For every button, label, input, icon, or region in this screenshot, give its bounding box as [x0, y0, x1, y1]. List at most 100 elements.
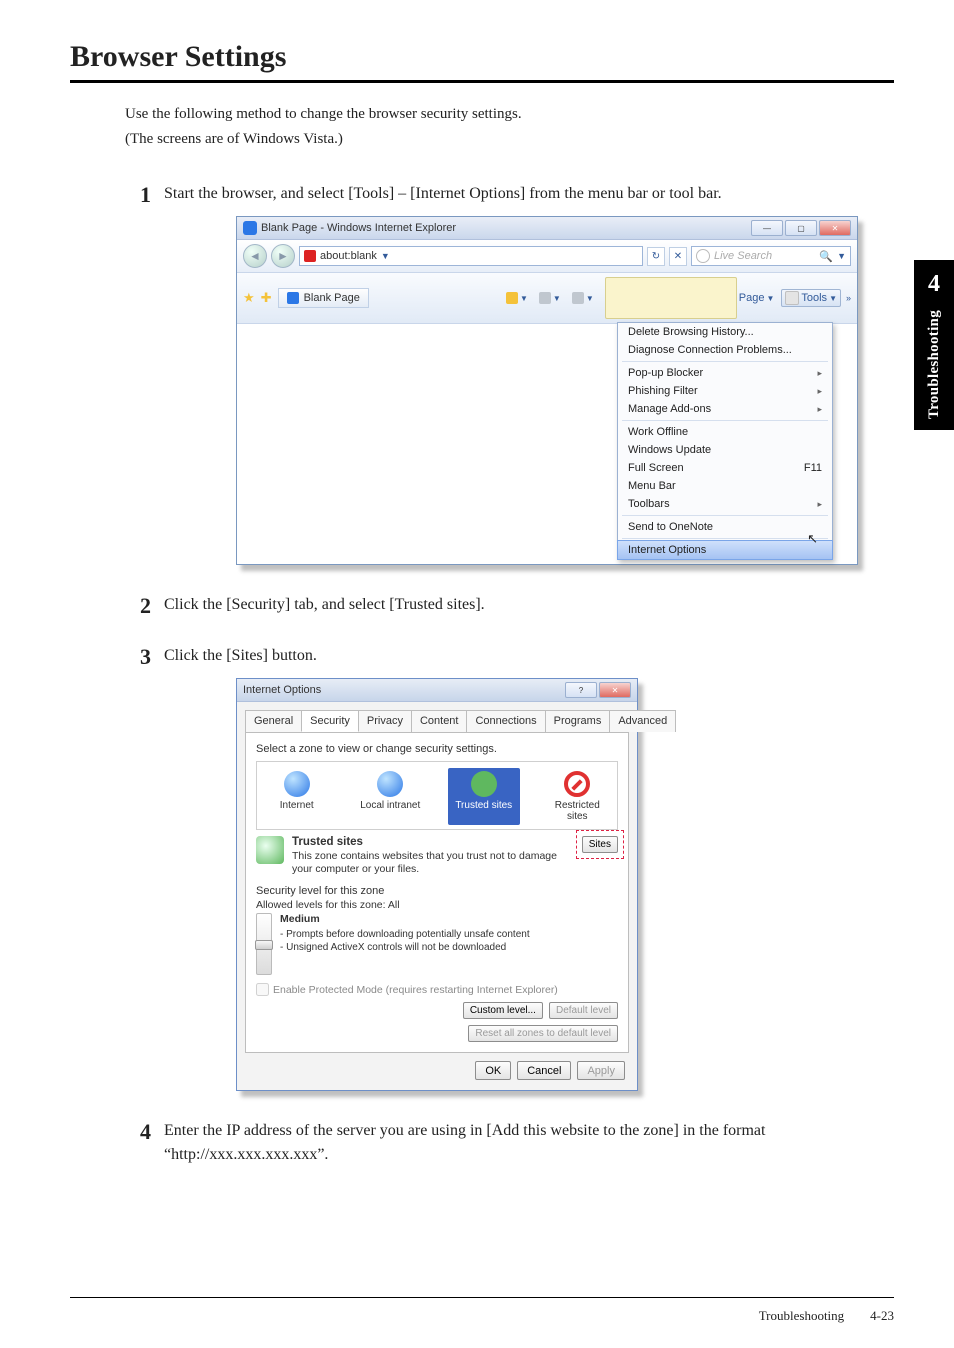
protected-mode-label: Enable Protected Mode (requires restarti… — [273, 984, 558, 996]
step-2: 2 Click the [Security] tab, and select [… — [140, 593, 894, 619]
tools-menu-button[interactable]: Tools▼ — [781, 289, 841, 307]
ie-titlebar: Blank Page - Windows Internet Explorer —… — [237, 217, 857, 240]
sec-level-label: Security level for this zone — [256, 885, 618, 897]
home-button[interactable]: ▼ — [502, 290, 532, 306]
tab-security[interactable]: Security — [301, 710, 359, 732]
section-label: Troubleshooting — [926, 310, 943, 419]
level-desc-1: - Prompts before downloading potentially… — [280, 928, 530, 941]
step-3-text: Click the [Sites] button. — [164, 644, 894, 670]
section-number: 4 — [928, 271, 940, 298]
io-help-button[interactable]: ? — [565, 682, 597, 698]
trusted-body: This zone contains websites that you tru… — [292, 850, 574, 875]
search-placeholder: Live Search — [714, 250, 815, 262]
forward-button[interactable]: ► — [271, 244, 295, 268]
title-rule — [70, 80, 894, 83]
minimize-button[interactable]: — — [751, 220, 783, 236]
favorites-star-icon[interactable]: ★ — [243, 290, 255, 306]
menu-phishing-filter[interactable]: Phishing Filter▸ — [618, 382, 832, 400]
address-bar[interactable]: about:blank ▼ — [299, 246, 643, 266]
io-title-text: Internet Options — [243, 684, 565, 696]
tab-privacy[interactable]: Privacy — [358, 710, 412, 732]
menu-windows-update[interactable]: Windows Update — [618, 441, 832, 459]
tab-advanced[interactable]: Advanced — [609, 710, 676, 732]
menu-menu-bar[interactable]: Menu Bar — [618, 477, 832, 495]
page-icon — [605, 277, 737, 319]
menu-send-onenote[interactable]: Send to OneNote — [618, 518, 832, 536]
step-1-text: Start the browser, and select [Tools] – … — [164, 182, 894, 208]
feeds-button[interactable]: ▼ — [535, 290, 565, 306]
step-1: 1 Start the browser, and select [Tools] … — [140, 182, 894, 208]
search-box[interactable]: Live Search 🔍 ▼ — [691, 246, 851, 266]
step-3-num: 3 — [140, 644, 164, 670]
zone-internet[interactable]: Internet — [261, 768, 333, 825]
maximize-button[interactable]: ▢ — [785, 220, 817, 236]
footer-text: Troubleshooting 4-23 — [759, 1308, 894, 1324]
menu-separator — [622, 361, 828, 362]
apply-button[interactable]: Apply — [577, 1061, 625, 1080]
toolbar-expand-icon[interactable]: » — [844, 293, 851, 303]
tab-general[interactable]: General — [245, 710, 302, 732]
steps-block: 1 Start the browser, and select [Tools] … — [140, 182, 894, 1167]
security-slider[interactable] — [256, 913, 272, 975]
ie-navbar: ◄ ► about:blank ▼ ↻ ✕ Live Search 🔍 ▼ — [237, 240, 857, 273]
tab-programs[interactable]: Programs — [545, 710, 611, 732]
security-level-block: Security level for this zone Allowed lev… — [256, 885, 618, 1042]
zone-local-intranet[interactable]: Local intranet — [355, 768, 427, 825]
search-go-icon[interactable]: 🔍 — [819, 250, 833, 263]
cancel-button[interactable]: Cancel — [517, 1061, 571, 1080]
menu-popup-blocker[interactable]: Pop-up Blocker▸ — [618, 364, 832, 382]
ie-favicon — [243, 221, 257, 235]
zone-restricted[interactable]: Restricted sites — [542, 768, 614, 825]
protected-mode-checkbox[interactable] — [256, 983, 269, 996]
sites-highlight — [576, 830, 624, 859]
stop-button[interactable]: ✕ — [669, 247, 687, 266]
menu-full-screen[interactable]: Full ScreenF11 — [618, 459, 832, 477]
trusted-title: Trusted sites — [292, 836, 574, 848]
step-2-num: 2 — [140, 593, 164, 619]
page-menu-label: Page — [739, 292, 765, 304]
menu-delete-history[interactable]: Delete Browsing History... — [618, 323, 832, 341]
back-button[interactable]: ◄ — [243, 244, 267, 268]
screenshot-1-wrap: Blank Page - Windows Internet Explorer —… — [236, 216, 894, 565]
refresh-button[interactable]: ↻ — [647, 247, 665, 266]
tools-icon — [785, 291, 799, 305]
dialog-buttons: OK Cancel Apply — [245, 1053, 629, 1082]
print-button[interactable]: ▼ — [568, 290, 598, 306]
io-body: General Security Privacy Content Connect… — [237, 702, 637, 1090]
ok-button[interactable]: OK — [475, 1061, 511, 1080]
close-button[interactable]: ✕ — [819, 220, 851, 236]
search-drop-icon[interactable]: ▼ — [837, 251, 846, 261]
feed-icon — [539, 292, 551, 304]
reset-zones-button[interactable]: Reset all zones to default level — [468, 1025, 618, 1042]
reset-row: Reset all zones to default level — [256, 1025, 618, 1042]
page-menu-button[interactable]: Page▼ — [601, 275, 779, 321]
sec-allowed-label: Allowed levels for this zone: All — [256, 899, 618, 911]
intro-line-2: (The screens are of Windows Vista.) — [125, 128, 894, 151]
intro-block: Use the following method to change the b… — [125, 103, 894, 150]
print-icon — [572, 292, 584, 304]
globe-icon — [284, 771, 310, 797]
level-desc-2: - Unsigned ActiveX controls will not be … — [280, 941, 530, 954]
add-favorites-icon[interactable]: ✚ — [261, 290, 272, 306]
menu-work-offline[interactable]: Work Offline — [618, 423, 832, 441]
tab-content[interactable]: Content — [411, 710, 468, 732]
menu-manage-addons[interactable]: Manage Add-ons▸ — [618, 400, 832, 418]
address-drop-icon[interactable]: ▼ — [381, 251, 390, 261]
zone-selector: Internet Local intranet Trusted sites — [256, 761, 618, 830]
trusted-text: Trusted sites This zone contains website… — [292, 836, 574, 875]
zone-trusted-sites[interactable]: Trusted sites — [448, 768, 520, 825]
menu-diagnose[interactable]: Diagnose Connection Problems... — [618, 341, 832, 359]
menu-separator — [622, 538, 828, 539]
zone-hint: Select a zone to view or change security… — [256, 743, 618, 755]
ie-window: Blank Page - Windows Internet Explorer —… — [236, 216, 858, 565]
io-close-button[interactable]: ✕ — [599, 682, 631, 698]
default-level-button[interactable]: Default level — [549, 1002, 618, 1019]
tab-connections[interactable]: Connections — [466, 710, 545, 732]
browser-tab[interactable]: Blank Page — [278, 288, 369, 308]
custom-level-button[interactable]: Custom level... — [463, 1002, 543, 1019]
block-icon — [564, 771, 590, 797]
menu-internet-options[interactable]: Internet Options — [617, 540, 833, 560]
menu-toolbars[interactable]: Toolbars▸ — [618, 495, 832, 513]
window-buttons: — ▢ ✕ — [751, 220, 851, 236]
menu-separator — [622, 420, 828, 421]
